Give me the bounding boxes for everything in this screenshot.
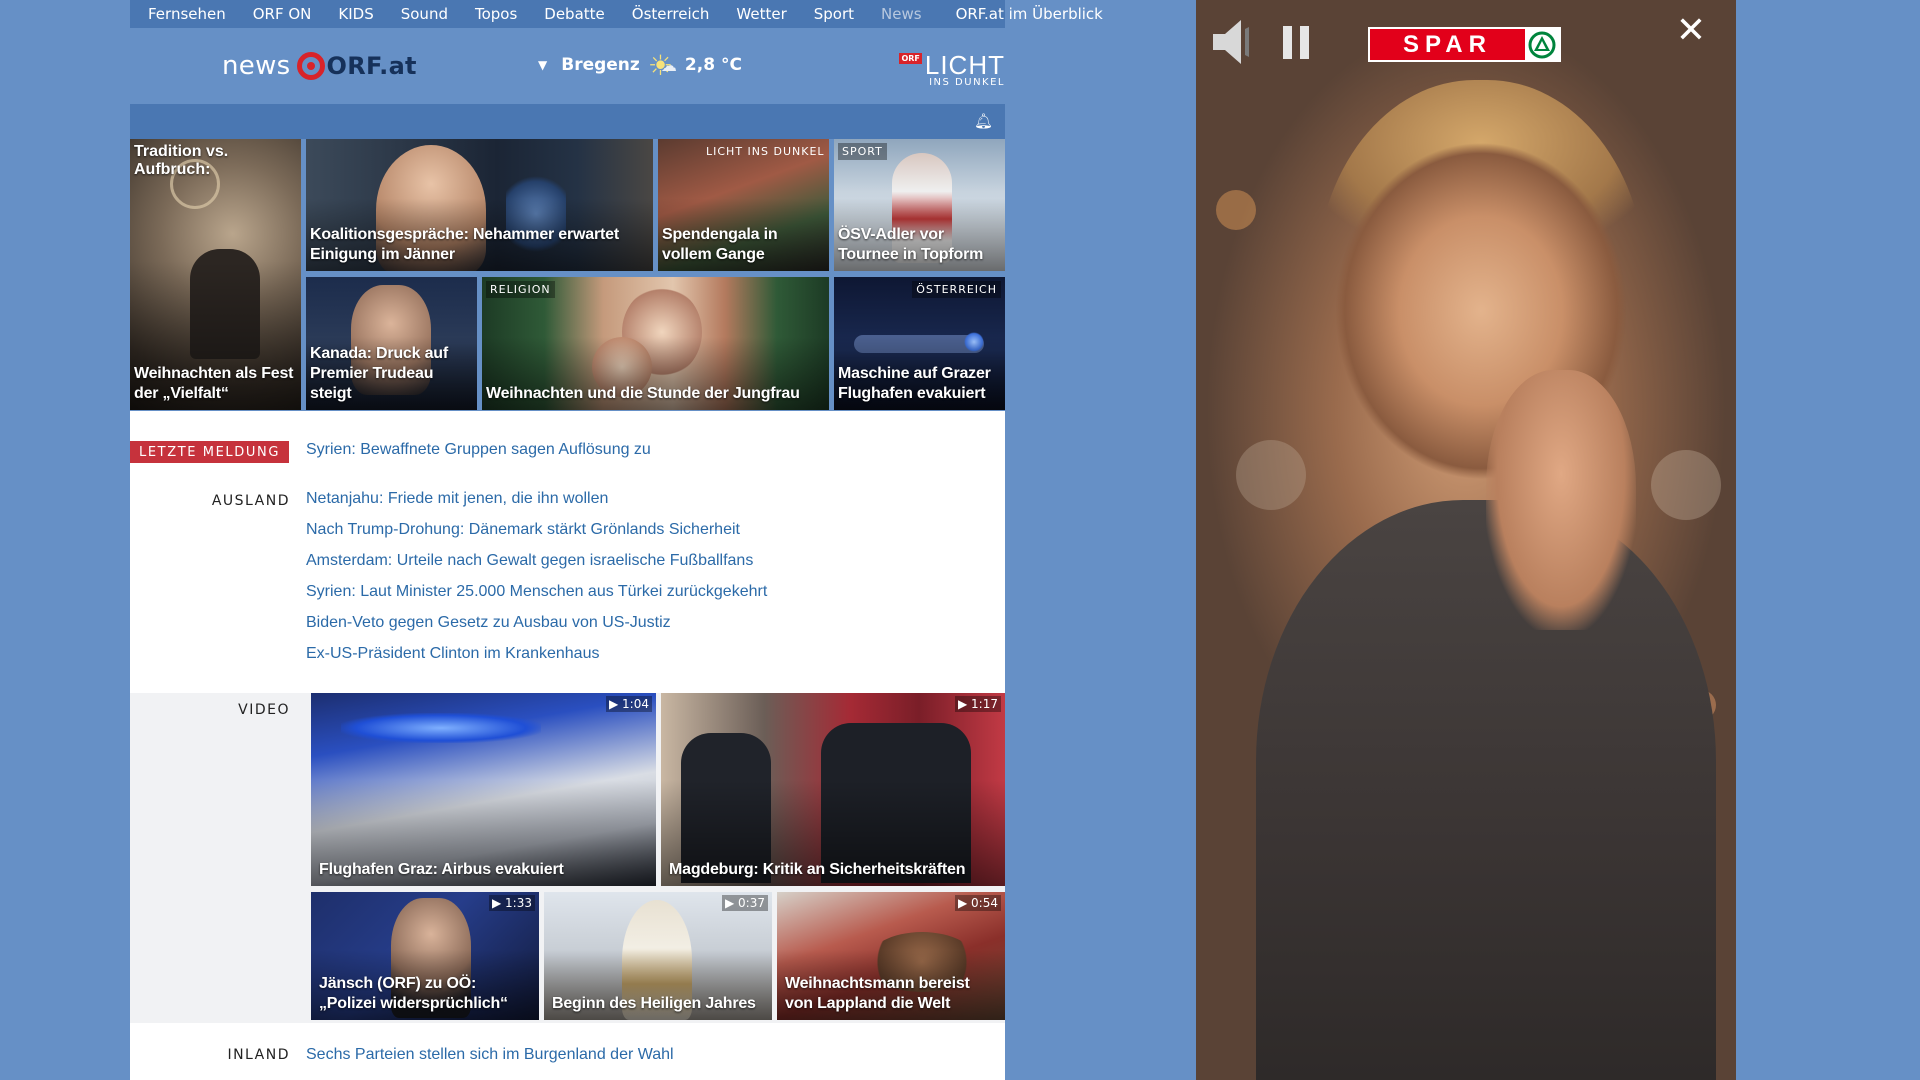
nav-item-sport[interactable]: Sport — [814, 5, 854, 23]
top-navigation: Fernsehen ORF ON KIDS Sound Topos Debatt… — [130, 0, 1103, 28]
teaser-koalition[interactable]: Koalitionsgespräche: Nehammer erwartet E… — [306, 139, 653, 271]
teaser-title: Weihnachten als Fest der „Vielfalt“ — [134, 365, 294, 402]
news-link[interactable]: Biden-Veto gegen Gesetz zu Ausbau von US… — [306, 613, 767, 644]
weather-temperature: 2,8 °C — [684, 55, 742, 75]
site-header: news ORF.at ▼ Bregenz ☀ ☁ 2,8 °C ORF LICH… — [130, 28, 1005, 103]
news-link[interactable]: Syrien: Laut Minister 25.000 Menschen au… — [306, 582, 767, 613]
video-magdeburg[interactable]: ▶ 1:17 Magdeburg: Kritik an Sicherheitsk… — [661, 693, 1005, 886]
news-link[interactable]: Nach Trump-Drohung: Dänemark stärkt Grön… — [306, 520, 767, 551]
nav-item-orf-on[interactable]: ORF ON — [253, 5, 312, 23]
video-title: Beginn des Heiligen Jahres — [552, 995, 756, 1012]
news-link[interactable]: Netanjahu: Friede mit jenen, die ihn wol… — [306, 489, 767, 520]
duration-text: 1:17 — [971, 697, 998, 711]
logo-news-text: news — [222, 51, 291, 81]
nav-item-debatte[interactable]: Debatte — [544, 5, 604, 23]
video-title: Jänsch (ORF) zu OÖ: „Polizei widersprüch… — [319, 975, 508, 1012]
video-title: Flughafen Graz: Airbus evakuiert — [319, 861, 564, 878]
video-ad-panel[interactable]: SPAR ✕ — [1196, 0, 1736, 1080]
nav-item-overview[interactable]: ORF.at im Überblick — [956, 5, 1103, 23]
letzte-meldung-badge: LETZTE MELDUNG — [130, 441, 289, 463]
speaker-icon[interactable] — [1211, 17, 1261, 67]
video-duration: ▶ 0:54 — [955, 895, 1001, 911]
duration-text: 1:04 — [622, 697, 649, 711]
orf-badge: ORF — [899, 53, 922, 64]
close-icon[interactable]: ✕ — [1676, 10, 1706, 51]
caret-down-icon[interactable]: ▼ — [538, 58, 547, 72]
video-duration: ▶ 1:04 — [606, 696, 652, 712]
teaser-tag: ÖSTERREICH — [912, 281, 1001, 298]
teaser-tradition[interactable]: Tradition vs. Aufbruch: Weihnachten als … — [130, 139, 301, 410]
video-duration: ▶ 1:17 — [955, 696, 1001, 712]
spar-tree-icon — [1525, 29, 1559, 60]
pause-icon[interactable] — [1283, 25, 1309, 59]
teaser-title: Weihnachten und die Stunde der Jungfrau — [486, 385, 800, 402]
video-flughafen-graz[interactable]: ▶ 1:04 Flughafen Graz: Airbus evakuiert — [311, 693, 656, 886]
child-shirt — [1256, 500, 1716, 1080]
news-orf-logo[interactable]: news ORF.at — [222, 48, 417, 84]
video-title: Magdeburg: Kritik an Sicherheitskräften — [669, 861, 966, 878]
video-title: Weihnachtsmann bereist von Lappland die … — [785, 975, 970, 1012]
video-duration: ▶ 1:33 — [489, 895, 535, 911]
duration-text: 0:54 — [971, 896, 998, 910]
news-link[interactable]: Amsterdam: Urteile nach Gewalt gegen isr… — [306, 551, 767, 582]
licht-text: LICHT — [924, 50, 1005, 80]
duration-text: 1:33 — [505, 896, 532, 910]
nav-item-wetter[interactable]: Wetter — [736, 5, 786, 23]
video-duration: ▶ 0:37 — [722, 895, 768, 911]
teaser-religion[interactable]: RELIGION Weihnachten und die Stunde der … — [482, 277, 829, 410]
teaser-header-bar: 🔔︎ — [130, 104, 1005, 139]
nav-item-sound[interactable]: Sound — [401, 5, 448, 23]
nav-item-kids[interactable]: KIDS — [338, 5, 373, 23]
nav-item-oesterreich[interactable]: Österreich — [632, 5, 710, 23]
letzte-meldung-link[interactable]: Syrien: Bewaffnete Gruppen sagen Auflösu… — [306, 440, 651, 460]
teaser-kicker: Tradition vs. Aufbruch: — [134, 143, 229, 178]
licht-ins-dunkel-logo[interactable]: ORF LICHT INS DUNKEL — [899, 50, 1005, 88]
section-label-ausland: AUSLAND — [211, 493, 290, 509]
news-link[interactable]: Sechs Parteien stellen sich im Burgenlan… — [306, 1045, 674, 1065]
duration-text: 0:37 — [738, 896, 765, 910]
bokeh-light — [1216, 190, 1256, 230]
spar-logo[interactable]: SPAR — [1368, 27, 1561, 62]
spar-brand-text: SPAR — [1370, 29, 1525, 60]
bokeh-light — [1236, 440, 1306, 510]
teaser-title: Maschine auf Grazer Flughafen evakuiert — [838, 365, 991, 402]
child-hand — [1486, 370, 1636, 630]
nav-item-news[interactable]: News — [881, 5, 922, 23]
teaser-spendengala[interactable]: LICHT INS DUNKEL Spendengala in vollem G… — [658, 139, 829, 271]
video-heiliges-jahr[interactable]: ▶ 0:37 Beginn des Heiligen Jahres — [544, 892, 772, 1020]
bokeh-light — [1651, 450, 1721, 520]
teaser-kanada[interactable]: Kanada: Druck auf Premier Trudeau steigt — [306, 277, 477, 410]
bell-icon[interactable]: 🔔︎ — [974, 112, 993, 130]
ausland-link-list: Netanjahu: Friede mit jenen, die ihn wol… — [306, 489, 767, 675]
orf-eye-icon — [296, 52, 325, 80]
teaser-maschine[interactable]: ÖSTERREICH Maschine auf Grazer Flughafen… — [834, 277, 1005, 410]
video-jaensch[interactable]: ▶ 1:33 Jänsch (ORF) zu OÖ: „Polizei wide… — [311, 892, 539, 1020]
cloud-icon: ☁ — [660, 55, 677, 75]
nav-item-fernsehen[interactable]: Fernsehen — [148, 5, 226, 23]
logo-orfat-text: ORF.at — [326, 52, 417, 80]
weather-location: Bregenz — [561, 55, 640, 75]
section-label-inland: INLAND — [227, 1047, 290, 1063]
teaser-title: Koalitionsgespräche: Nehammer erwartet E… — [310, 226, 619, 263]
news-link[interactable]: Ex-US-Präsident Clinton im Krankenhaus — [306, 644, 767, 675]
teaser-title: Kanada: Druck auf Premier Trudeau steigt — [310, 345, 448, 402]
video-weihnachtsmann[interactable]: ▶ 0:54 Weihnachtsmann bereist von Lappla… — [777, 892, 1005, 1020]
teaser-oesv[interactable]: SPORT ÖSV-Adler vor Tournee in Topform — [834, 139, 1005, 271]
ad-controls — [1211, 17, 1309, 67]
teaser-title: Spendengala in vollem Gange — [662, 226, 778, 263]
teaser-tag: SPORT — [838, 143, 887, 160]
nav-item-topos[interactable]: Topos — [475, 5, 517, 23]
teaser-tag: LICHT INS DUNKEL — [706, 145, 825, 158]
weather-widget[interactable]: ▼ Bregenz ☀ ☁ 2,8 °C — [538, 48, 742, 82]
teaser-title: ÖSV-Adler vor Tournee in Topform — [838, 226, 984, 263]
section-label-video: VIDEO — [238, 702, 290, 718]
teaser-tag: RELIGION — [486, 281, 555, 298]
